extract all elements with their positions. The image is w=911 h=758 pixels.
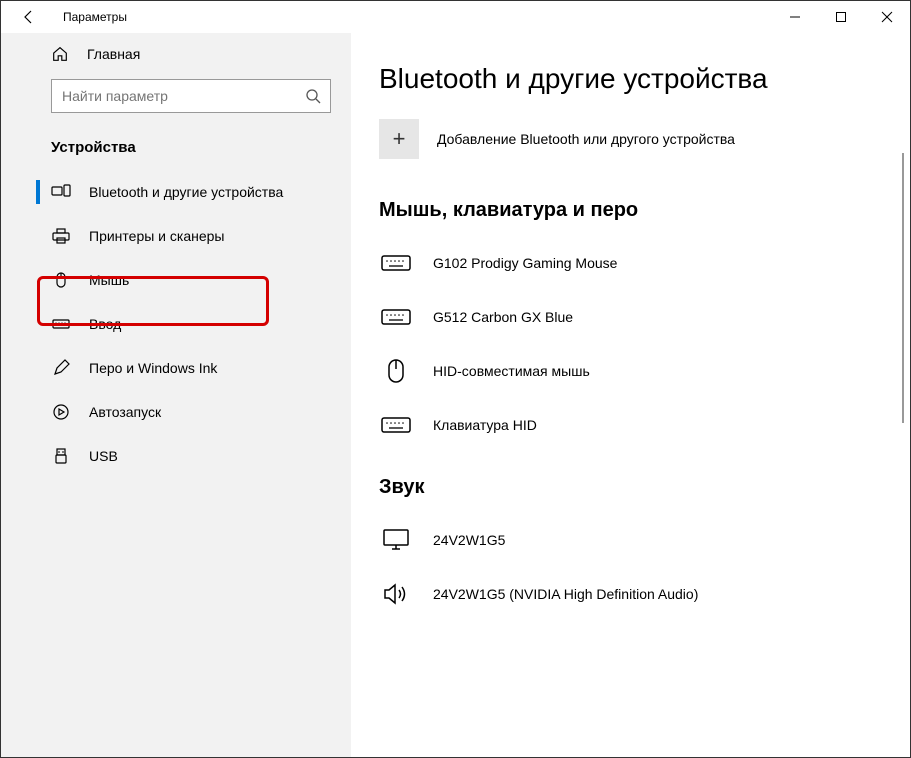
sidebar-item-usb[interactable]: USB — [1, 434, 351, 478]
sidebar-item-typing[interactable]: Ввод — [1, 302, 351, 346]
speaker-icon — [379, 581, 413, 607]
sidebar-item-label: Bluetooth и другие устройства — [89, 184, 283, 200]
window-controls — [772, 1, 910, 33]
device-row[interactable]: 24V2W1G5 — [379, 513, 880, 567]
section-heading: Звук — [379, 476, 880, 499]
section-audio-devices: Звук 24V2W1G5 24V2W1G5 (NVIDIA High Defi… — [379, 476, 880, 621]
sidebar-home[interactable]: Главная — [1, 33, 351, 71]
minimize-button[interactable] — [772, 1, 818, 33]
monitor-icon — [379, 527, 413, 553]
device-row[interactable]: G512 Carbon GX Blue — [379, 290, 880, 344]
sidebar-item-label: Принтеры и сканеры — [89, 228, 224, 244]
add-device-button[interactable]: + — [379, 119, 419, 159]
settings-window: Параметры Главная У — [0, 0, 911, 758]
sidebar-item-label: Автозапуск — [89, 404, 161, 420]
device-label: G102 Prodigy Gaming Mouse — [433, 255, 617, 271]
close-button[interactable] — [864, 1, 910, 33]
page-title: Bluetooth и другие устройства — [379, 63, 880, 95]
device-row[interactable]: 24V2W1G5 (NVIDIA High Definition Audio) — [379, 567, 880, 621]
minimize-icon — [789, 11, 801, 23]
device-row[interactable]: G102 Prodigy Gaming Mouse — [379, 236, 880, 290]
home-icon — [51, 45, 69, 63]
add-device-row[interactable]: + Добавление Bluetooth или другого устро… — [379, 119, 880, 159]
content-area: Bluetooth и другие устройства + Добавлен… — [351, 33, 910, 757]
mouse-icon — [51, 270, 71, 290]
keyboard-icon — [379, 412, 413, 438]
sidebar: Главная Устройства Bluetooth и другие ус… — [1, 33, 351, 757]
keyboard-icon — [379, 304, 413, 330]
sidebar-category: Устройства — [1, 125, 351, 170]
back-icon — [21, 9, 37, 25]
sidebar-item-printers[interactable]: Принтеры и сканеры — [1, 214, 351, 258]
keyboard-icon — [51, 314, 71, 334]
close-icon — [881, 11, 893, 23]
device-label: 24V2W1G5 — [433, 532, 505, 548]
sidebar-item-label: USB — [89, 448, 118, 464]
printer-icon — [51, 226, 71, 246]
devices-icon — [51, 182, 71, 202]
window-title: Параметры — [63, 10, 127, 24]
section-heading: Мышь, клавиатура и перо — [379, 199, 880, 222]
usb-icon — [51, 446, 71, 466]
device-label: HID-совместимая мышь — [433, 363, 590, 379]
sidebar-item-label: Мышь — [89, 272, 129, 288]
sidebar-home-label: Главная — [87, 46, 140, 62]
device-label: Клавиатура HID — [433, 417, 537, 433]
device-row[interactable]: Клавиатура HID — [379, 398, 880, 452]
plus-icon: + — [393, 126, 406, 152]
section-input-devices: Мышь, клавиатура и перо G102 Prodigy Gam… — [379, 199, 880, 452]
add-device-label: Добавление Bluetooth или другого устройс… — [437, 131, 735, 147]
autoplay-icon — [51, 402, 71, 422]
search-wrap — [51, 79, 331, 113]
sidebar-item-label: Перо и Windows Ink — [89, 360, 217, 376]
scrollbar-track[interactable] — [902, 153, 904, 423]
window-body: Главная Устройства Bluetooth и другие ус… — [1, 33, 910, 757]
sidebar-item-label: Ввод — [89, 316, 121, 332]
maximize-icon — [835, 11, 847, 23]
search-icon — [305, 88, 321, 104]
device-row[interactable]: HID-совместимая мышь — [379, 344, 880, 398]
maximize-button[interactable] — [818, 1, 864, 33]
sidebar-item-mouse[interactable]: Мышь — [1, 258, 351, 302]
back-button[interactable] — [13, 1, 45, 33]
keyboard-icon — [379, 250, 413, 276]
sidebar-item-pen[interactable]: Перо и Windows Ink — [1, 346, 351, 390]
sidebar-item-autoplay[interactable]: Автозапуск — [1, 390, 351, 434]
pen-icon — [51, 358, 71, 378]
mouse-icon — [379, 358, 413, 384]
search-input[interactable] — [51, 79, 331, 113]
device-label: 24V2W1G5 (NVIDIA High Definition Audio) — [433, 586, 698, 602]
sidebar-item-bluetooth[interactable]: Bluetooth и другие устройства — [1, 170, 351, 214]
device-label: G512 Carbon GX Blue — [433, 309, 573, 325]
titlebar: Параметры — [1, 1, 910, 33]
